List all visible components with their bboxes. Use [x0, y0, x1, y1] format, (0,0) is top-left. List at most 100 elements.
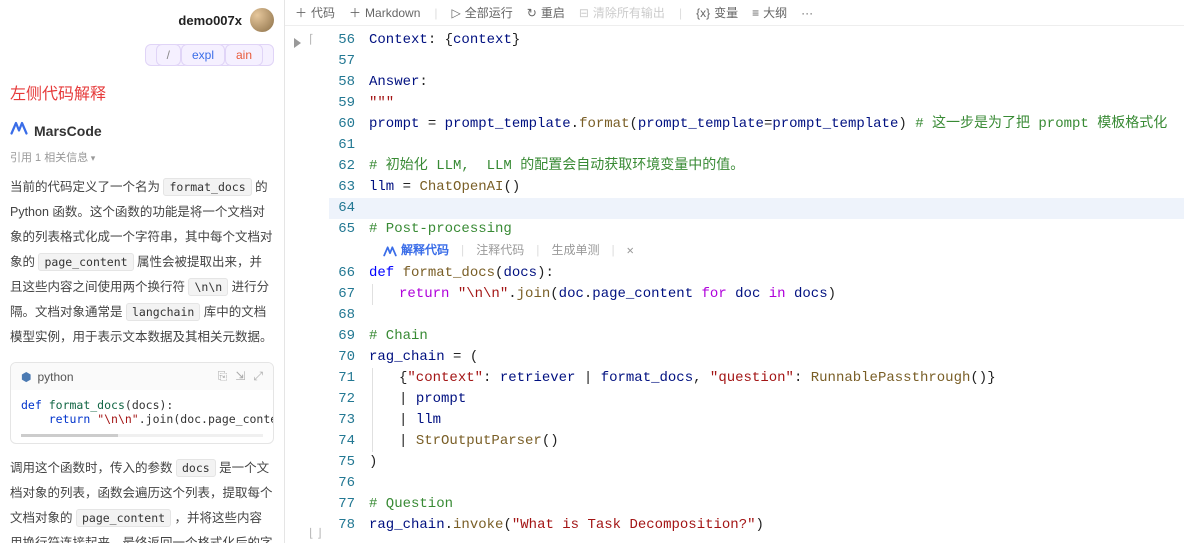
- user-row: demo007x: [10, 0, 274, 40]
- code-line[interactable]: 68: [329, 305, 1184, 326]
- code-line[interactable]: 78rag_chain.invoke("What is Task Decompo…: [329, 515, 1184, 536]
- line-number: 70: [329, 347, 369, 368]
- expand-icon[interactable]: ⤢: [253, 369, 263, 384]
- line-content: # Question: [369, 494, 453, 515]
- codelens-row: 解释代码|注释代码|生成单测|✕: [329, 240, 1184, 263]
- line-content: | llm: [369, 410, 441, 431]
- line-number: 76: [329, 473, 369, 494]
- copy-icon[interactable]: ⎘: [218, 369, 228, 384]
- code-line[interactable]: 56Context: {context}: [329, 30, 1184, 51]
- code-line[interactable]: 62# 初始化 LLM, LLM 的配置会自动获取环境变量中的值。: [329, 156, 1184, 177]
- codelens-explain[interactable]: 解释代码: [383, 241, 449, 262]
- line-number: 64: [329, 198, 369, 219]
- reference-toggle[interactable]: 引用 1 相关信息: [10, 145, 274, 175]
- line-number: 59: [329, 93, 369, 114]
- line-content: rag_chain = (: [369, 347, 478, 368]
- code-line[interactable]: 67return "\n\n".join(doc.page_content fo…: [329, 284, 1184, 305]
- code-line[interactable]: 57: [329, 51, 1184, 72]
- code-line[interactable]: 64: [329, 198, 1184, 219]
- line-number: 56: [329, 30, 369, 51]
- code-line[interactable]: 75): [329, 452, 1184, 473]
- codelens-close-icon[interactable]: ✕: [627, 241, 634, 262]
- code-line[interactable]: 69# Chain: [329, 326, 1184, 347]
- python-icon: ⬢: [21, 370, 31, 384]
- main: ＋ 代码 ＋ Markdown | ▷ 全部运行 ↻ 重启 ⊟ 清除所有输出 |…: [285, 0, 1184, 543]
- line-number: 69: [329, 326, 369, 347]
- add-code-button[interactable]: ＋ 代码: [295, 4, 335, 21]
- line-number: 78: [329, 515, 369, 536]
- line-content: return "\n\n".join(doc.page_content for …: [369, 284, 836, 305]
- cell-bracket: ⌈⌊ ⌋: [309, 26, 329, 543]
- line-content: | StrOutputParser(): [369, 431, 559, 452]
- line-number: 72: [329, 389, 369, 410]
- sidebar: demo007x /explain 左侧代码解释 MarsCode 引用 1 相…: [0, 0, 285, 543]
- code-header: ⬢python ⎘ ⇲ ⤢: [11, 363, 273, 390]
- red-annotation-title: 左侧代码解释: [10, 74, 274, 116]
- line-content: ): [369, 452, 377, 473]
- codelens-gentest[interactable]: 生成单测: [551, 241, 599, 262]
- code-line[interactable]: 72| prompt: [329, 389, 1184, 410]
- code-snippet-card: ⬢python ⎘ ⇲ ⤢ def format_docs(docs): ret…: [10, 362, 274, 444]
- description-2: 调用这个函数时，传入的参数 docs 是一个文档对象的列表，函数会遍历这个列表，…: [10, 456, 274, 543]
- code-line[interactable]: 77# Question: [329, 494, 1184, 515]
- insert-icon[interactable]: ⇲: [235, 369, 245, 384]
- line-content: {"context": retriever | format_docs, "qu…: [369, 368, 996, 389]
- line-number: 63: [329, 177, 369, 198]
- notebook-toolbar: ＋ 代码 ＋ Markdown | ▷ 全部运行 ↻ 重启 ⊟ 清除所有输出 |…: [285, 0, 1184, 26]
- more-button[interactable]: ···: [801, 6, 813, 20]
- brand-row: MarsCode: [10, 116, 274, 145]
- clear-output-button[interactable]: ⊟ 清除所有输出: [579, 4, 665, 21]
- line-number: 58: [329, 72, 369, 93]
- line-number: 57: [329, 51, 369, 72]
- editor[interactable]: ⌈⌊ ⌋ 56Context: {context}5758Answer:59""…: [285, 26, 1184, 543]
- outline-button[interactable]: ≡ 大纲: [752, 4, 787, 21]
- restart-button[interactable]: ↻ 重启: [527, 4, 565, 21]
- avatar[interactable]: [250, 8, 274, 32]
- code-line[interactable]: 59""": [329, 93, 1184, 114]
- code-language: ⬢python: [21, 370, 74, 384]
- line-number: 73: [329, 410, 369, 431]
- add-markdown-button[interactable]: ＋ Markdown: [349, 4, 420, 21]
- code-line[interactable]: 66def format_docs(docs):: [329, 263, 1184, 284]
- line-content: # Chain: [369, 326, 428, 347]
- code-line[interactable]: 70rag_chain = (: [329, 347, 1184, 368]
- codelens-comment[interactable]: 注释代码: [476, 241, 524, 262]
- line-number: 60: [329, 114, 369, 135]
- code-line[interactable]: 60prompt = prompt_template.format(prompt…: [329, 114, 1184, 135]
- code-body: def format_docs(docs): return "\n\n".joi…: [11, 390, 273, 434]
- explain-command[interactable]: /explain: [145, 44, 274, 66]
- code-line[interactable]: 65# Post-processing: [329, 219, 1184, 240]
- code-line[interactable]: 76: [329, 473, 1184, 494]
- explain-pill: /explain: [10, 44, 274, 66]
- line-number: 67: [329, 284, 369, 305]
- run-cell-button[interactable]: [294, 38, 301, 48]
- line-number: 66: [329, 263, 369, 284]
- brand-name: MarsCode: [34, 123, 102, 139]
- code-line[interactable]: 71{"context": retriever | format_docs, "…: [329, 368, 1184, 389]
- code-scrollbar[interactable]: [21, 434, 263, 437]
- code-line[interactable]: 63llm = ChatOpenAI(): [329, 177, 1184, 198]
- code-line[interactable]: 74| StrOutputParser(): [329, 431, 1184, 452]
- line-content: | prompt: [369, 389, 466, 410]
- line-number: 68: [329, 305, 369, 326]
- cell-gutter: [285, 26, 309, 543]
- line-content: Answer:: [369, 72, 428, 93]
- code-area[interactable]: 56Context: {context}5758Answer:59"""60pr…: [329, 26, 1184, 543]
- line-number: 77: [329, 494, 369, 515]
- line-number: 65: [329, 219, 369, 240]
- line-content: prompt = prompt_template.format(prompt_t…: [369, 114, 1167, 135]
- line-number: 71: [329, 368, 369, 389]
- line-number: 75: [329, 452, 369, 473]
- marscode-icon: [10, 120, 28, 141]
- line-content: # Post-processing: [369, 219, 512, 240]
- code-line[interactable]: 73| llm: [329, 410, 1184, 431]
- line-number: 74: [329, 431, 369, 452]
- line-number: 62: [329, 156, 369, 177]
- line-content: def format_docs(docs):: [369, 263, 554, 284]
- variables-button[interactable]: {x} 变量: [696, 4, 738, 21]
- code-line[interactable]: 58Answer:: [329, 72, 1184, 93]
- run-all-button[interactable]: ▷ 全部运行: [452, 4, 513, 21]
- line-content: Context: {context}: [369, 30, 520, 51]
- code-line[interactable]: 61: [329, 135, 1184, 156]
- description-1: 当前的代码定义了一个名为 format_docs 的 Python 函数。这个函…: [10, 175, 274, 350]
